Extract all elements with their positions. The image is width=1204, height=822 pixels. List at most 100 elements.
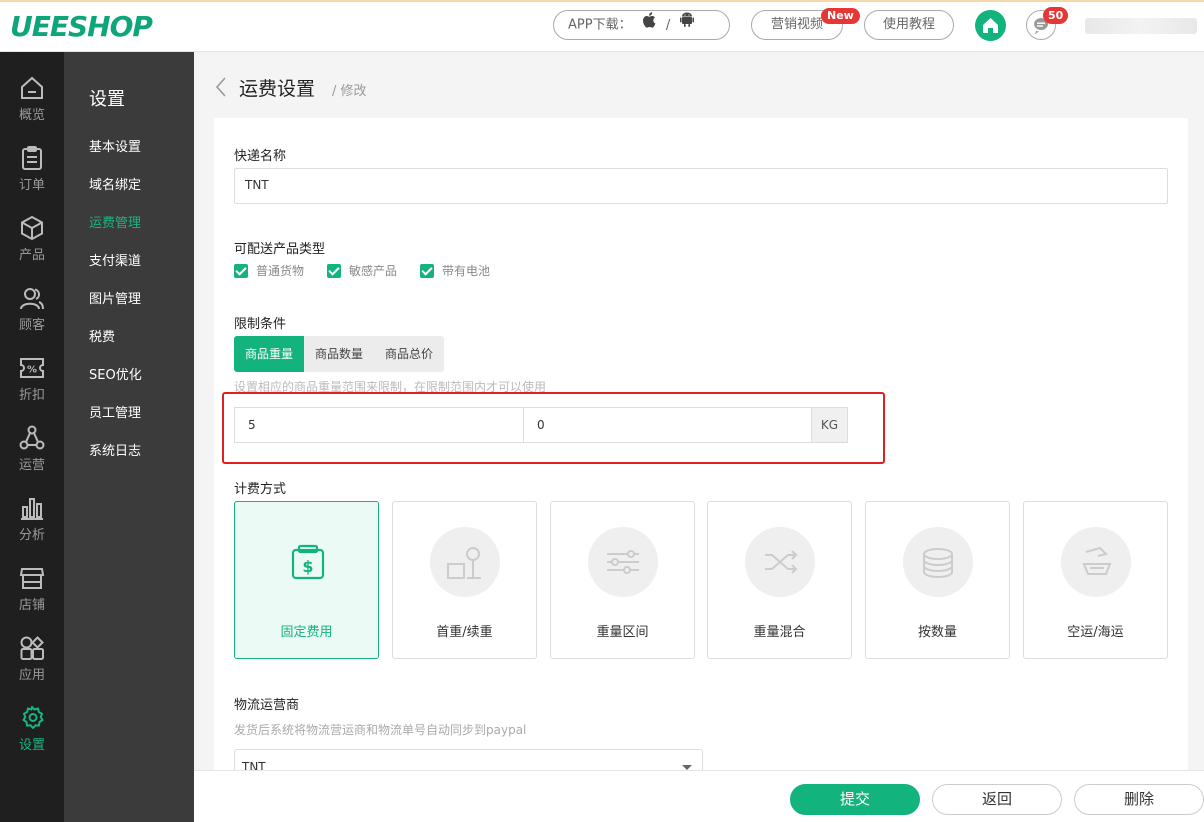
- app-download-label: APP下载：: [568, 17, 632, 33]
- sidebar-item-label: 顾客: [18, 318, 45, 333]
- sidebar-item-operations[interactable]: 运营: [0, 424, 64, 484]
- express-name-input[interactable]: TNT: [234, 168, 1168, 204]
- billing-label: 空运/海运: [1067, 625, 1124, 640]
- back-button[interactable]: 返回: [932, 784, 1062, 815]
- clipboard-icon: [22, 146, 42, 170]
- back-chevron-icon[interactable]: [214, 76, 228, 102]
- billing-fixed-fee[interactable]: $ 固定费用: [234, 501, 379, 659]
- sidebar-item-label: 分析: [18, 528, 45, 543]
- carrier-label: 物流运营商: [234, 698, 300, 713]
- billing-air-sea[interactable]: 空运/海运: [1023, 501, 1168, 659]
- sidebar-item-label: 概览: [18, 108, 45, 123]
- main-sidebar: 概览 订单 产品 顾客 % 折扣 运营 分析 店铺 应用 设置: [0, 52, 64, 822]
- submenu-item-tax[interactable]: 税费: [89, 326, 115, 345]
- shuffle-icon: [765, 550, 798, 574]
- sidebar-item-label: 应用: [18, 668, 45, 683]
- highlight-box: [222, 392, 885, 464]
- sidebar-item-products[interactable]: 产品: [0, 214, 64, 274]
- checkbox-label: 普通货物: [256, 264, 305, 278]
- billing-weight-range[interactable]: 重量区间: [550, 501, 695, 659]
- sidebar-item-label: 产品: [18, 248, 45, 263]
- billing-label: 重量混合: [753, 625, 806, 640]
- checkbox-checked-icon: [420, 263, 434, 278]
- sidebar-item-apps[interactable]: 应用: [0, 634, 64, 694]
- sidebar-item-store[interactable]: 店铺: [0, 564, 64, 624]
- submenu-item-logs[interactable]: 系统日志: [89, 440, 141, 459]
- svg-text:$: $: [302, 557, 313, 576]
- logo[interactable]: UEESHOP: [10, 10, 153, 43]
- apps-icon: [20, 636, 44, 660]
- sliders-icon: [607, 550, 639, 574]
- bar-chart-icon: [21, 498, 43, 520]
- submenu-title: 设置: [89, 89, 125, 110]
- billing-method-label: 计费方式: [234, 482, 287, 497]
- percent-tag-icon: %: [20, 358, 44, 378]
- new-badge: New: [821, 8, 860, 24]
- dollar-clipboard-icon: $: [291, 544, 325, 580]
- express-name-label: 快递名称: [234, 149, 287, 164]
- users-icon: [20, 288, 44, 310]
- sidebar-item-analytics[interactable]: 分析: [0, 494, 64, 554]
- sidebar-item-label: 设置: [18, 738, 45, 753]
- network-icon: [19, 425, 45, 450]
- box-icon: [21, 215, 43, 241]
- sidebar-item-customers[interactable]: 顾客: [0, 284, 64, 344]
- checkbox-checked-icon: [327, 263, 341, 278]
- submit-button[interactable]: 提交: [790, 784, 920, 815]
- billing-label: 按数量: [917, 625, 957, 640]
- carrier-hint: 发货后系统将物流营运商和物流单号自动同步到paypal: [234, 723, 527, 737]
- android-icon[interactable]: [680, 11, 695, 39]
- tab-total-price[interactable]: 商品总价: [374, 336, 444, 372]
- home-button[interactable]: [975, 10, 1006, 41]
- billing-label: 重量区间: [596, 625, 649, 640]
- submenu-item-basic[interactable]: 基本设置: [89, 136, 141, 155]
- sidebar-item-label: 运营: [18, 458, 45, 473]
- settings-submenu: 设置 基本设置 域名绑定 运费管理 支付渠道 图片管理 税费 SEO优化 员工管…: [64, 52, 194, 822]
- submenu-item-seo[interactable]: SEO优化: [89, 364, 142, 383]
- message-count-badge: 50: [1043, 7, 1069, 24]
- app-download-pill[interactable]: APP下载： /: [553, 10, 730, 40]
- product-types-label: 可配送产品类型: [234, 242, 326, 257]
- tutorial-button[interactable]: 使用教程: [864, 10, 954, 40]
- checkbox-sensitive[interactable]: 敏感产品: [327, 263, 397, 279]
- store-icon: [19, 568, 45, 589]
- user-account[interactable]: [1085, 18, 1197, 34]
- home-outline-icon: [21, 76, 43, 99]
- submenu-item-shipping[interactable]: 运费管理: [89, 212, 141, 231]
- checkbox-checked-icon: [234, 263, 248, 278]
- page-subtitle: / 修改: [332, 84, 367, 99]
- submenu-item-images[interactable]: 图片管理: [89, 288, 141, 307]
- billing-by-quantity[interactable]: 按数量: [865, 501, 1010, 659]
- billing-label: 固定费用: [280, 625, 333, 640]
- checkbox-battery[interactable]: 带有电池: [420, 263, 490, 279]
- database-icon: [923, 548, 953, 578]
- apple-icon[interactable]: [642, 11, 656, 39]
- sidebar-item-overview[interactable]: 概览: [0, 74, 64, 134]
- app-separator: /: [665, 17, 671, 33]
- sidebar-item-label: 订单: [18, 178, 45, 193]
- gear-icon: [22, 706, 44, 729]
- sidebar-item-label: 折扣: [18, 388, 45, 403]
- page-title: 运费设置: [239, 78, 316, 100]
- billing-first-weight[interactable]: 首重/续重: [392, 501, 537, 659]
- sidebar-item-label: 店铺: [18, 598, 45, 613]
- tab-quantity[interactable]: 商品数量: [304, 336, 374, 372]
- scale-icon: [447, 547, 481, 579]
- billing-label: 首重/续重: [436, 625, 493, 640]
- limit-label: 限制条件: [234, 317, 287, 332]
- checkbox-label: 带有电池: [442, 264, 491, 278]
- submenu-item-staff[interactable]: 员工管理: [89, 402, 141, 421]
- billing-weight-mixed[interactable]: 重量混合: [707, 501, 852, 659]
- home-icon: [983, 18, 998, 33]
- sidebar-item-settings[interactable]: 设置: [0, 704, 64, 764]
- ship-plane-icon: [1082, 546, 1112, 575]
- svg-text:%: %: [27, 365, 37, 376]
- checkbox-general-goods[interactable]: 普通货物: [234, 263, 304, 279]
- checkbox-label: 敏感产品: [349, 264, 398, 278]
- delete-button[interactable]: 删除: [1074, 784, 1204, 815]
- tab-weight[interactable]: 商品重量: [234, 336, 304, 372]
- submenu-item-payment[interactable]: 支付渠道: [89, 250, 141, 269]
- sidebar-item-discounts[interactable]: % 折扣: [0, 354, 64, 414]
- sidebar-item-orders[interactable]: 订单: [0, 144, 64, 204]
- submenu-item-domain[interactable]: 域名绑定: [89, 174, 141, 193]
